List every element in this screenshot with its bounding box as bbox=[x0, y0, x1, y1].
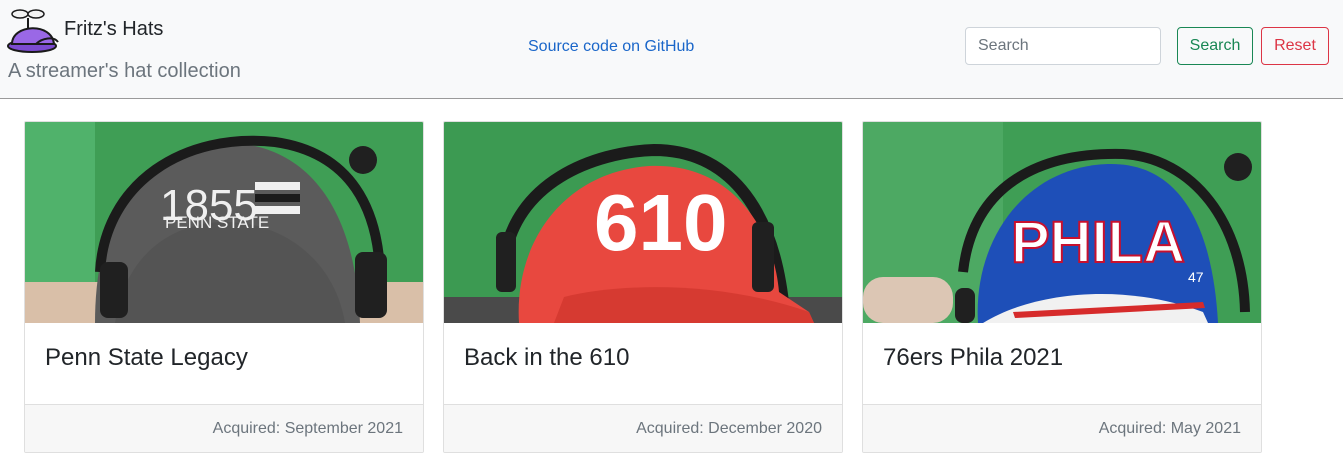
hat-card[interactable]: 610 Back in the 610 Acquired: December 2… bbox=[443, 121, 843, 453]
card-footer: Acquired: May 2021 bbox=[863, 404, 1261, 452]
card-title: Penn State Legacy bbox=[45, 344, 248, 371]
search-input[interactable] bbox=[965, 27, 1161, 65]
acquired-date: Acquired: September 2021 bbox=[212, 420, 403, 437]
github-link[interactable]: Source code on GitHub bbox=[528, 37, 694, 57]
cap-text-main: 610 bbox=[594, 178, 727, 267]
acquired-date: Acquired: May 2021 bbox=[1098, 420, 1241, 437]
search-button[interactable]: Search bbox=[1177, 27, 1253, 65]
hat-card[interactable]: 1855 PENN STATE Penn State Legacy Acquir… bbox=[24, 121, 424, 453]
red-cap-photo: 610 bbox=[444, 122, 842, 323]
brand-title: Fritz's Hats bbox=[64, 18, 164, 40]
card-footer: Acquired: December 2020 bbox=[444, 404, 842, 452]
card-title: 76ers Phila 2021 bbox=[883, 344, 1064, 371]
card-title: Back in the 610 bbox=[464, 344, 630, 371]
acquired-date: Acquired: December 2020 bbox=[636, 420, 822, 437]
gray-cap-photo: 1855 PENN STATE bbox=[25, 122, 423, 323]
blue-cap-photo: PHILA 47 bbox=[863, 122, 1261, 323]
reset-button[interactable]: Reset bbox=[1261, 27, 1329, 65]
hat-card[interactable]: PHILA 47 76ers Phila 2021 Acquired: May … bbox=[862, 121, 1262, 453]
propeller-hat-icon bbox=[7, 9, 59, 53]
card-footer: Acquired: September 2021 bbox=[25, 404, 423, 452]
cap-text-main: PHILA bbox=[1011, 210, 1185, 275]
brand-subtitle: A streamer's hat collection bbox=[8, 60, 241, 82]
cap-text-sub: PENN STATE bbox=[165, 213, 269, 232]
navbar: Fritz's Hats A streamer's hat collection… bbox=[0, 0, 1343, 99]
cap-text-side: 47 bbox=[1188, 269, 1204, 285]
